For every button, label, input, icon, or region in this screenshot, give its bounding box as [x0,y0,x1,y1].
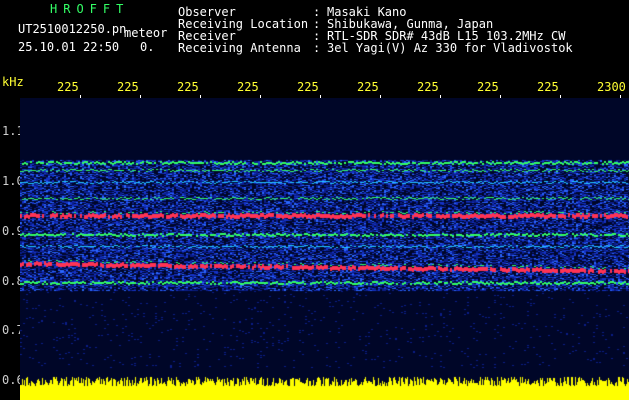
mode-label: meteor [124,26,168,40]
x-tick-label: 225 [357,80,379,94]
datetime-label: 25.10.01 22:50 [18,40,120,54]
x-tick-label: 225 [537,80,559,94]
x-tick-label: 225 [57,80,79,94]
x-tick-label: 225 [117,80,139,94]
count-label: 0. [140,40,155,54]
info-colon: : [313,41,321,55]
spectrogram-plot [20,98,629,400]
x-tick-label: 2300 [597,80,626,94]
x-tick-label: 225 [477,80,499,94]
info-label-antenna: Receiving Antenna [178,41,301,55]
file-name: UT2510012250.pn [18,22,127,36]
x-tick-label: 225 [177,80,199,94]
info-value-antenna: 3el Yagi(V) Az 330 for Vladivostok [327,41,573,55]
x-tick-label: 225 [297,80,319,94]
y-axis-unit: kHz [2,75,24,89]
app-title: HROFFT [50,2,130,16]
hrofft-window: HROFFT UT2510012250.pn meteor 25.10.01 2… [0,0,629,400]
x-tick-label: 225 [237,80,259,94]
x-tick-label: 225 [417,80,439,94]
